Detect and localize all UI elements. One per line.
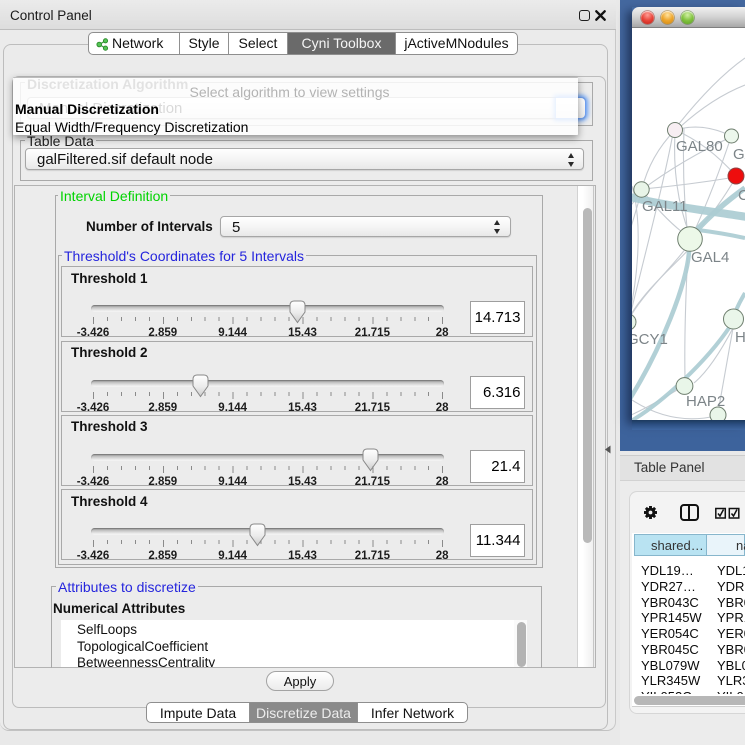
svg-text:GAL80: GAL80 <box>676 138 723 155</box>
svg-text:H: H <box>735 329 745 346</box>
svg-text:GA: GA <box>733 146 745 163</box>
svg-text:HAP2: HAP2 <box>686 393 725 410</box>
svg-text:C: C <box>738 187 745 204</box>
svg-text:GAL4: GAL4 <box>691 249 729 266</box>
svg-text:GAL11: GAL11 <box>642 198 688 215</box>
svg-text:GCY1: GCY1 <box>632 331 668 348</box>
